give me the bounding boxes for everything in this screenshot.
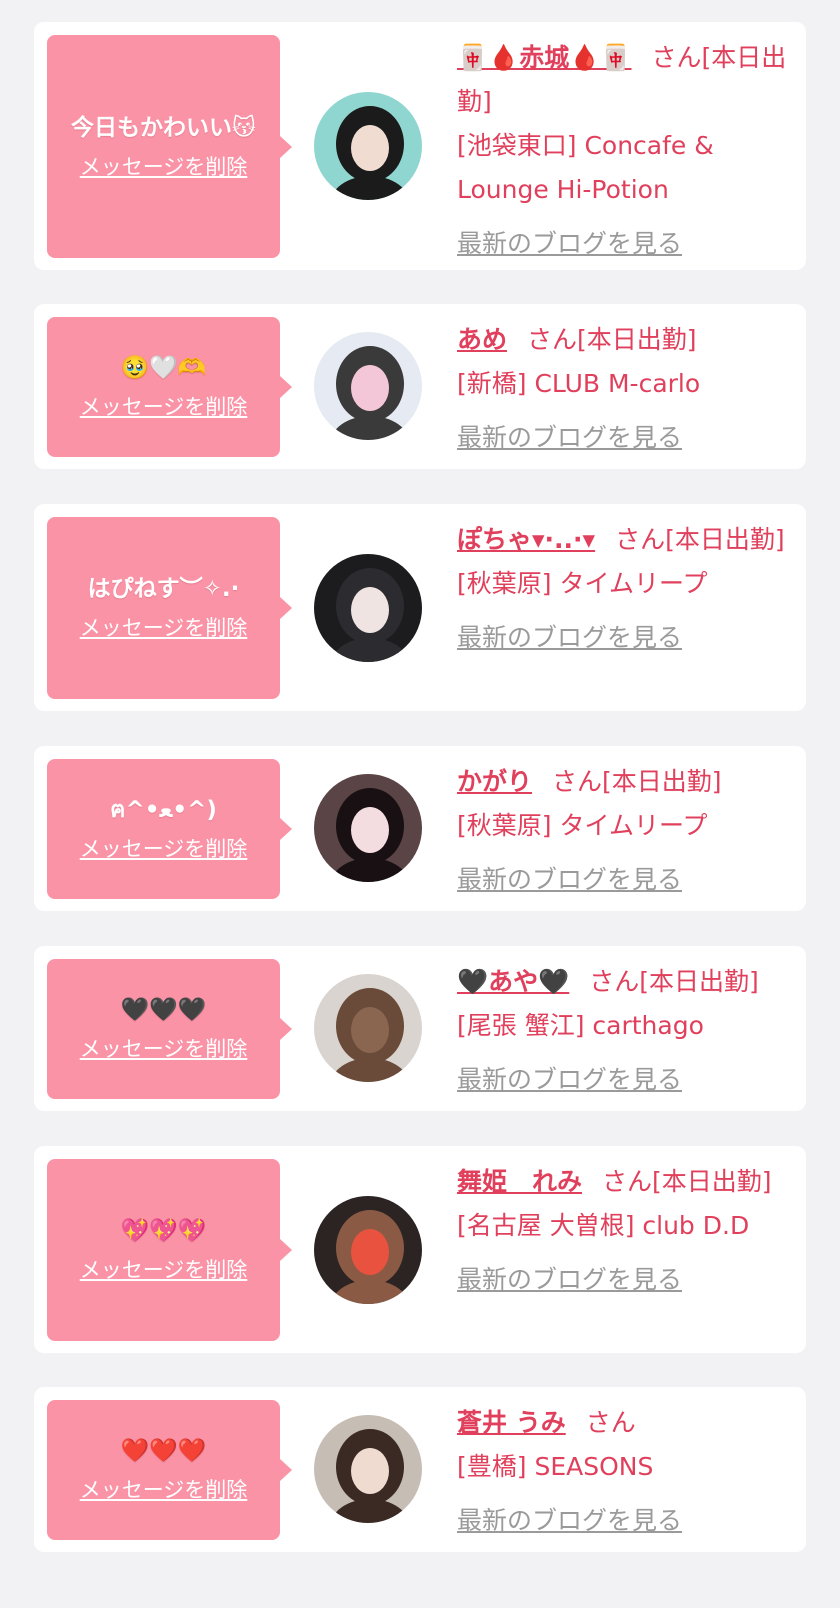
avatar[interactable]	[314, 92, 422, 200]
avatar[interactable]	[314, 974, 422, 1082]
shop-text: [尾張 蟹江] carthago	[457, 1011, 704, 1040]
message-text: 今日もかわいい😽	[71, 114, 256, 141]
cast-name-link[interactable]: 🖤あや🖤	[457, 967, 569, 996]
latest-blog-link[interactable]: 最新のブログを見る	[457, 1058, 682, 1102]
delete-message-link[interactable]: メッセージを削除	[80, 1033, 248, 1063]
cast-name-line: 🀄🩸赤城🩸🀄 さん[本日出勤]	[457, 36, 799, 124]
cast-name-link[interactable]: 舞姫 れみ	[457, 1167, 582, 1196]
avatar[interactable]	[314, 774, 422, 882]
message-text: 🖤🖤🖤	[120, 997, 207, 1023]
cast-name-link[interactable]: 🀄🩸赤城🩸🀄	[457, 43, 632, 72]
status-text: [本日出勤]	[577, 325, 697, 354]
honorific: さん	[602, 1167, 653, 1196]
cast-name-line: かがり さん[本日出勤]	[457, 760, 799, 804]
latest-blog-link[interactable]: 最新のブログを見る	[457, 1499, 682, 1543]
message-text: 💖💖💖	[120, 1218, 207, 1244]
honorific: さん	[651, 43, 702, 72]
message-bubble: 💖💖💖 メッセージを削除	[47, 1159, 292, 1341]
honorific: さん	[589, 967, 640, 996]
delete-message-link[interactable]: メッセージを削除	[80, 151, 248, 181]
status-text: [本日出勤]	[639, 967, 759, 996]
shop-text: [名古屋 大曽根] club D.D	[457, 1211, 750, 1240]
latest-blog-link[interactable]: 最新のブログを見る	[457, 616, 682, 660]
shop-text: [豊橋] SEASONS	[457, 1452, 654, 1481]
cast-info: 🖤あや🖤 さん[本日出勤] [尾張 蟹江] carthago 最新のブログを見る	[457, 960, 799, 1102]
delete-message-link[interactable]: メッセージを削除	[80, 612, 248, 642]
status-text: [本日出勤]	[652, 1167, 772, 1196]
delete-message-link[interactable]: メッセージを削除	[80, 391, 248, 421]
cast-name-link[interactable]: ぽちゃ▾·..·▾	[457, 525, 595, 554]
latest-blog-link[interactable]: 最新のブログを見る	[457, 1258, 682, 1302]
cast-info: 🀄🩸赤城🩸🀄 さん[本日出勤] [池袋東口] Concafe & Lounge H…	[457, 36, 799, 266]
shop-text: [秋葉原] タイムリープ	[457, 811, 708, 840]
cast-message-list: 今日もかわいい😽 メッセージを削除 🀄🩸赤城🩸🀄 さん[本日出勤] [池袋東口] …	[0, 0, 840, 1608]
message-text: 🥹🤍🫶	[120, 355, 207, 381]
latest-blog-link[interactable]: 最新のブログを見る	[457, 416, 682, 460]
cast-card: 今日もかわいい😽 メッセージを削除 🀄🩸赤城🩸🀄 さん[本日出勤] [池袋東口] …	[34, 22, 806, 270]
message-text: はぴねす︶✧.·	[87, 576, 240, 602]
cast-name-link[interactable]: かがり	[457, 767, 532, 796]
delete-message-link[interactable]: メッセージを削除	[80, 833, 248, 863]
latest-blog-link[interactable]: 最新のブログを見る	[457, 222, 682, 266]
delete-message-link[interactable]: メッセージを削除	[80, 1254, 248, 1284]
cast-info: あめ さん[本日出勤] [新橋] CLUB M-carlo 最新のブログを見る	[457, 318, 799, 460]
message-bubble: 🖤🖤🖤 メッセージを削除	[47, 959, 292, 1099]
delete-message-link[interactable]: メッセージを削除	[80, 1474, 248, 1504]
shop-text: [新橋] CLUB M-carlo	[457, 369, 701, 398]
message-bubble: ฅ^•ﻌ•^) メッセージを削除	[47, 759, 292, 899]
honorific: さん	[552, 767, 603, 796]
cast-name-line: あめ さん[本日出勤]	[457, 318, 799, 362]
honorific: さん	[615, 525, 666, 554]
avatar[interactable]	[314, 332, 422, 440]
cast-name-line: 蒼井 うみ さん	[457, 1401, 799, 1445]
shop-text: [秋葉原] タイムリープ	[457, 569, 708, 598]
cast-name-link[interactable]: あめ	[457, 325, 507, 354]
shop-text: [池袋東口] Concafe & Lounge Hi-Potion	[457, 131, 714, 204]
message-bubble: はぴねす︶✧.· メッセージを削除	[47, 517, 292, 699]
avatar[interactable]	[314, 1415, 422, 1523]
cast-info: 舞姫 れみ さん[本日出勤] [名古屋 大曽根] club D.D 最新のブログを…	[457, 1160, 799, 1302]
message-bubble: 🥹🤍🫶 メッセージを削除	[47, 317, 292, 457]
cast-card: ฅ^•ﻌ•^) メッセージを削除 かがり さん[本日出勤] [秋葉原] タイムリー…	[34, 746, 806, 911]
cast-info: かがり さん[本日出勤] [秋葉原] タイムリープ 最新のブログを見る	[457, 760, 799, 902]
avatar[interactable]	[314, 554, 422, 662]
cast-name-line: 舞姫 れみ さん[本日出勤]	[457, 1160, 799, 1204]
honorific: さん	[527, 325, 578, 354]
message-bubble: ❤️❤️❤️ メッセージを削除	[47, 1400, 292, 1540]
cast-card: 🥹🤍🫶 メッセージを削除 あめ さん[本日出勤] [新橋] CLUB M-carl…	[34, 304, 806, 469]
cast-card: ❤️❤️❤️ メッセージを削除 蒼井 うみ さん [豊橋] SEASONS 最新の…	[34, 1387, 806, 1552]
cast-info: ぽちゃ▾·..·▾ さん[本日出勤] [秋葉原] タイムリープ 最新のブログを見る	[457, 518, 799, 660]
cast-card: はぴねす︶✧.· メッセージを削除 ぽちゃ▾·..·▾ さん[本日出勤] [秋葉原…	[34, 504, 806, 711]
cast-info: 蒼井 うみ さん [豊橋] SEASONS 最新のブログを見る	[457, 1401, 799, 1543]
cast-name-link[interactable]: 蒼井 うみ	[457, 1408, 566, 1437]
cast-card: 💖💖💖 メッセージを削除 舞姫 れみ さん[本日出勤] [名古屋 大曽根] clu…	[34, 1146, 806, 1353]
message-text: ฅ^•ﻌ•^)	[110, 797, 217, 823]
cast-name-line: ぽちゃ▾·..·▾ さん[本日出勤]	[457, 518, 799, 562]
cast-name-line: 🖤あや🖤 さん[本日出勤]	[457, 960, 799, 1004]
status-text: [本日出勤]	[602, 767, 722, 796]
honorific: さん	[585, 1408, 636, 1437]
status-text: [本日出勤]	[665, 525, 785, 554]
latest-blog-link[interactable]: 最新のブログを見る	[457, 858, 682, 902]
cast-card: 🖤🖤🖤 メッセージを削除 🖤あや🖤 さん[本日出勤] [尾張 蟹江] cartha…	[34, 946, 806, 1111]
message-bubble: 今日もかわいい😽 メッセージを削除	[47, 35, 292, 258]
message-text: ❤️❤️❤️	[120, 1438, 207, 1464]
avatar[interactable]	[314, 1196, 422, 1304]
